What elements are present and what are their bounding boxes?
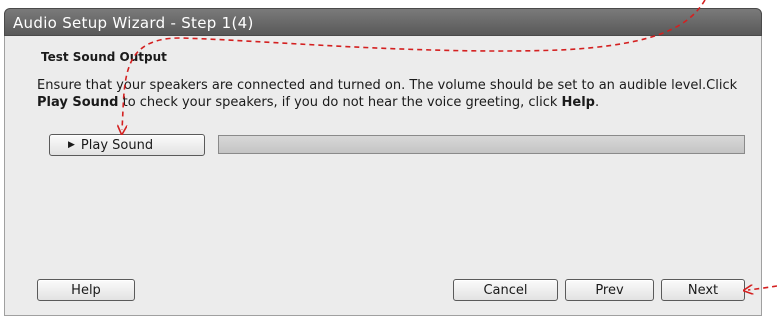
sound-progress-bar	[218, 135, 745, 154]
instructions-part-2: to check your speakers, if you do not he…	[118, 95, 562, 110]
help-button-label: Help	[71, 282, 101, 298]
next-button-label: Next	[687, 282, 719, 298]
play-sound-label: Play Sound	[80, 137, 154, 153]
window-title: Audio Setup Wizard - Step 1(4)	[13, 14, 254, 32]
instructions-part-1: Ensure that your speakers are connected …	[37, 78, 738, 93]
instructions-text: Ensure that your speakers are connected …	[37, 77, 757, 111]
play-icon: ▶	[68, 139, 75, 150]
instructions-part-3: .	[594, 95, 600, 110]
prev-button[interactable]: Prev	[565, 279, 654, 301]
wizard-body: Test Sound Output Ensure that your speak…	[4, 36, 762, 316]
help-button[interactable]: Help	[37, 279, 135, 301]
window-titlebar[interactable]: Audio Setup Wizard - Step 1(4)	[4, 8, 762, 36]
cancel-button[interactable]: Cancel	[453, 279, 558, 301]
next-button[interactable]: Next	[661, 279, 745, 301]
prev-button-label: Prev	[595, 282, 624, 298]
section-heading: Test Sound Output	[41, 50, 167, 64]
audio-setup-wizard-window: Audio Setup Wizard - Step 1(4) Test Soun…	[0, 0, 777, 324]
play-sound-button[interactable]: ▶ Play Sound	[49, 134, 205, 156]
instructions-play-sound-emphasis: Play Sound	[37, 95, 119, 110]
instructions-help-emphasis: Help	[561, 95, 595, 110]
cancel-button-label: Cancel	[483, 282, 528, 298]
